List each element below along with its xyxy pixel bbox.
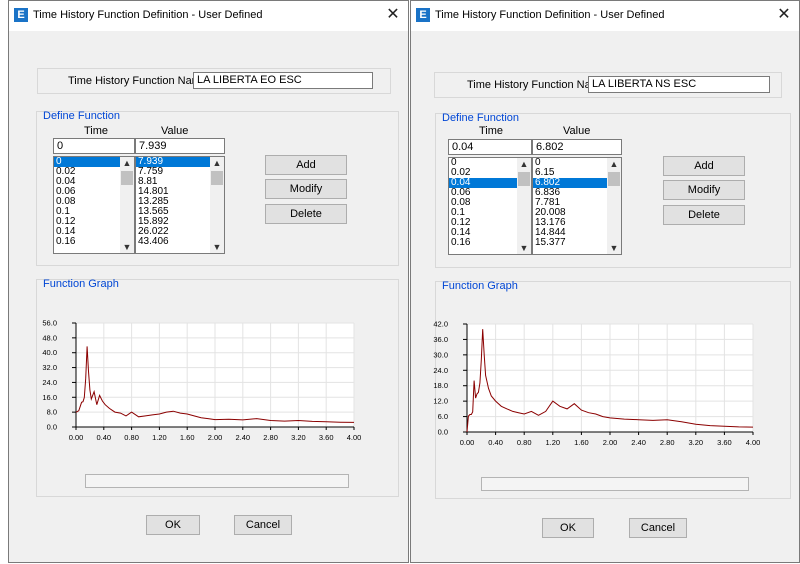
x-tick-label: 0.00 [460,438,475,447]
y-tick-label: 8.0 [47,408,57,417]
dialog-ew: E Time History Function Definition - Use… [8,0,409,563]
dialog-ns: E Time History Function Definition - Use… [410,0,800,563]
x-tick-label: 2.80 [263,433,278,442]
y-tick-label: 0.0 [438,428,448,437]
x-tick-label: 3.20 [291,433,306,442]
x-tick-label: 0.80 [517,438,532,447]
y-tick-label: 48.0 [42,333,57,342]
y-tick-label: 0.0 [47,423,57,432]
y-tick-label: 30.0 [433,350,448,359]
x-tick-label: 3.60 [319,433,334,442]
y-tick-label: 42.0 [433,320,448,329]
x-tick-label: 4.00 [347,433,362,442]
x-tick-label: 0.40 [96,433,111,442]
x-tick-label: 2.40 [631,438,646,447]
x-tick-label: 4.00 [746,438,761,447]
y-tick-label: 24.0 [42,378,57,387]
x-tick-label: 1.60 [574,438,589,447]
x-tick-label: 2.40 [235,433,250,442]
y-tick-label: 16.0 [42,393,57,402]
y-tick-label: 24.0 [433,366,448,375]
y-tick-label: 40.0 [42,348,57,357]
y-tick-label: 18.0 [433,381,448,390]
x-tick-label: 3.60 [717,438,732,447]
y-tick-label: 56.0 [42,319,57,328]
cancel-button[interactable]: Cancel [234,515,292,535]
y-tick-label: 6.0 [438,412,448,421]
x-tick-label: 1.20 [545,438,560,447]
ok-button[interactable]: OK [146,515,200,535]
y-tick-label: 36.0 [433,335,448,344]
x-tick-label: 2.00 [208,433,223,442]
progress-bar [85,474,349,488]
y-tick-label: 32.0 [42,363,57,372]
x-tick-label: 1.20 [152,433,167,442]
ok-button[interactable]: OK [542,518,594,538]
x-tick-label: 0.80 [124,433,139,442]
x-tick-label: 2.00 [603,438,618,447]
x-tick-label: 2.80 [660,438,675,447]
x-tick-label: 3.20 [688,438,703,447]
y-tick-label: 12.0 [433,397,448,406]
x-tick-label: 0.00 [69,433,84,442]
x-tick-label: 1.60 [180,433,195,442]
x-tick-label: 0.40 [488,438,503,447]
cancel-button[interactable]: Cancel [629,518,687,538]
progress-bar [481,477,749,491]
